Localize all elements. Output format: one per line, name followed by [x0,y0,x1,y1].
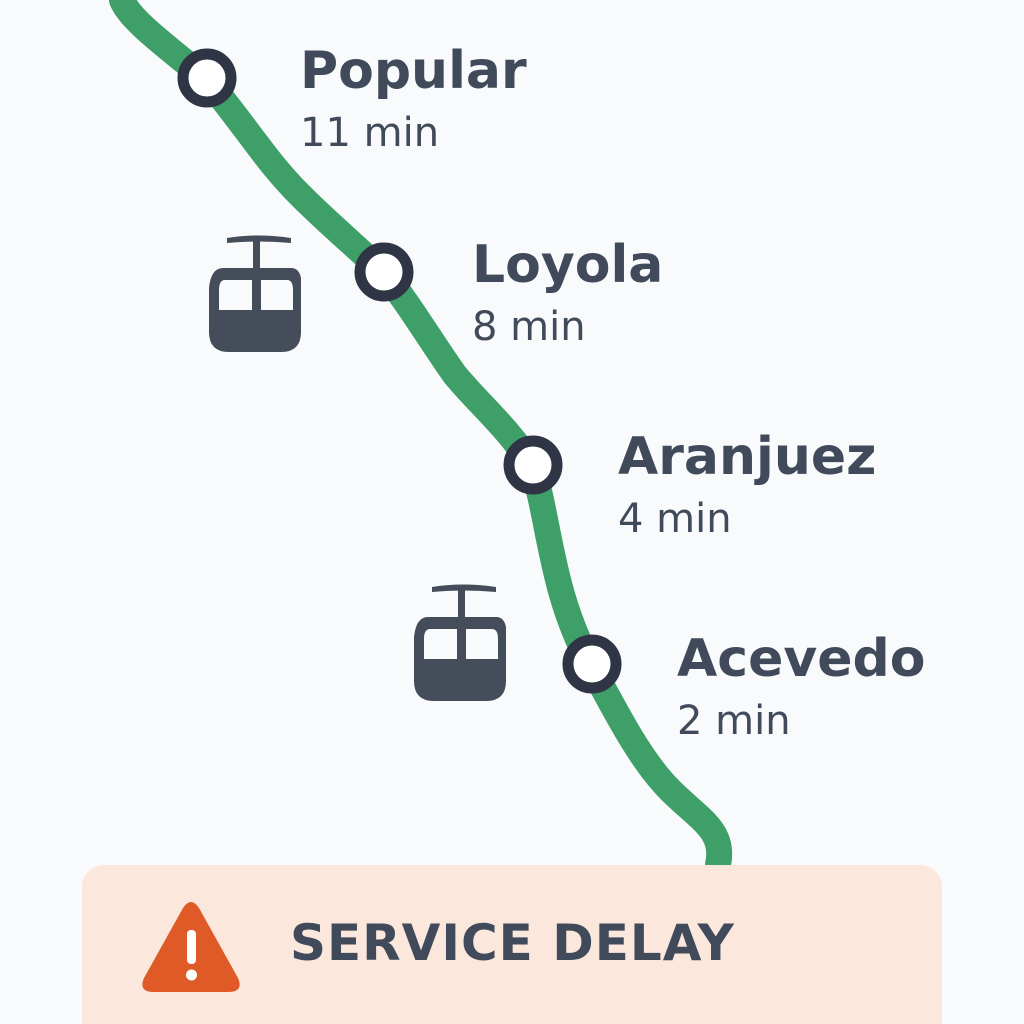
station-aranjuez[interactable]: Aranjuez 4 min [618,426,876,550]
station-eta: 11 min [300,110,440,156]
station-name: Loyola [472,235,664,295]
transit-line-view: Popular 11 min Loyola 8 min Aranjuez 4 m… [0,0,1024,1024]
station-marker-aranjuez[interactable] [503,435,563,495]
cable-car-icon [209,235,301,352]
station-eta: 2 min [677,698,791,744]
station-name: Popular [300,41,527,101]
station-marker-loyola[interactable] [354,242,414,302]
station-name: Acevedo [677,629,926,689]
station-marker-popular[interactable] [177,48,237,108]
station-acevedo[interactable]: Acevedo 2 min [677,628,925,752]
station-popular[interactable]: Popular 11 min [300,40,527,164]
station-name: Aranjuez [618,427,877,487]
cable-car-icon [414,584,506,701]
station-marker-acevedo[interactable] [562,634,622,694]
alert-text: SERVICE DELAY [290,914,735,972]
station-eta: 4 min [618,496,732,542]
station-loyola[interactable]: Loyola 8 min [472,234,663,358]
station-eta: 8 min [472,304,586,350]
warning-triangle-icon [142,902,240,992]
